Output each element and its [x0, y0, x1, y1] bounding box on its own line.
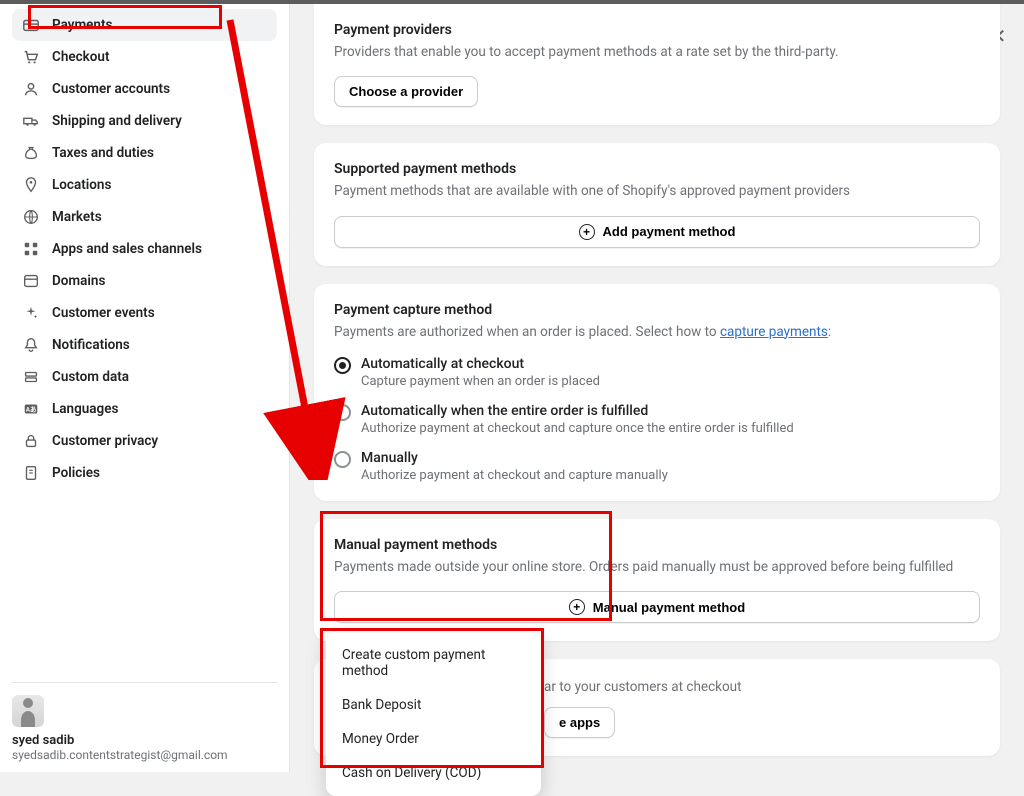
globe-icon: [22, 208, 40, 226]
svg-text:Aあ: Aあ: [26, 405, 37, 414]
choose-provider-button[interactable]: Choose a provider: [334, 76, 478, 107]
cart-icon: [22, 48, 40, 66]
card-title: Payment capture method: [334, 302, 980, 318]
user-email: syedsadib.contentstrategist@gmail.com: [12, 748, 277, 762]
card-capture-method: Payment capture method Payments are auth…: [314, 284, 1000, 501]
card-desc: Payment methods that are available with …: [334, 181, 980, 201]
sidebar-item-locations[interactable]: Locations: [12, 169, 277, 201]
sidebar-item-label: Apps and sales channels: [52, 241, 202, 257]
sidebar-item-custom-data[interactable]: Custom data: [12, 361, 277, 393]
card-payment-providers: Payment providers Providers that enable …: [314, 4, 1000, 125]
radio-auto-checkout[interactable]: Automatically at checkout Capture paymen…: [334, 356, 980, 389]
card-title: Manual payment methods: [334, 537, 980, 553]
sidebar-item-label: Customer privacy: [52, 433, 158, 449]
sidebar-item-taxes[interactable]: Taxes and duties: [12, 137, 277, 169]
settings-sidebar: Payments Checkout Customer accounts Ship…: [0, 4, 290, 772]
sidebar-item-privacy[interactable]: Customer privacy: [12, 425, 277, 457]
pin-icon: [22, 176, 40, 194]
sidebar-item-markets[interactable]: Markets: [12, 201, 277, 233]
sidebar-item-shipping[interactable]: Shipping and delivery: [12, 105, 277, 137]
card-desc-partial: ar to your customers at checkout: [544, 677, 980, 697]
sidebar-item-label: Customer events: [52, 305, 155, 321]
sidebar-item-label: Domains: [52, 273, 105, 289]
sidebar-item-label: Locations: [52, 177, 111, 193]
sidebar-item-policies[interactable]: Policies: [12, 457, 277, 489]
sparkle-icon: [22, 304, 40, 322]
avatar: [12, 695, 44, 727]
sidebar-item-label: Taxes and duties: [52, 145, 154, 161]
card-title: Supported payment methods: [334, 161, 980, 177]
card-title: Payment providers: [334, 22, 980, 38]
radio-manually[interactable]: Manually Authorize payment at checkout a…: [334, 450, 980, 483]
grid-icon: [22, 240, 40, 258]
dropdown-item-cod[interactable]: Cash on Delivery (COD): [332, 756, 535, 790]
card-supported-methods: Supported payment methods Payment method…: [314, 143, 1000, 265]
sidebar-item-label: Notifications: [52, 337, 130, 353]
radio-icon: [334, 404, 351, 421]
radio-icon: [334, 451, 351, 468]
lock-icon: [22, 432, 40, 450]
sidebar-item-label: Markets: [52, 209, 102, 225]
card-manual-methods: Manual payment methods Payments made out…: [314, 519, 1000, 641]
sidebar-item-payments[interactable]: Payments: [12, 9, 277, 41]
sidebar-item-label: Customer accounts: [52, 81, 170, 97]
browser-icon: [22, 272, 40, 290]
sidebar-item-label: Policies: [52, 465, 100, 481]
card-desc: Payments made outside your online store.…: [334, 557, 980, 577]
add-payment-method-button[interactable]: + Add payment method: [334, 216, 980, 248]
sidebar-item-label: Custom data: [52, 369, 129, 385]
radio-auto-fulfilled[interactable]: Automatically when the entire order is f…: [334, 403, 980, 436]
capture-payments-link[interactable]: capture payments: [720, 324, 828, 340]
truck-icon: [22, 112, 40, 130]
user-name: syed sadib: [12, 733, 277, 748]
customize-apps-button[interactable]: e apps: [544, 707, 615, 738]
money-bag-icon: [22, 144, 40, 162]
radio-icon: [334, 357, 351, 374]
sidebar-item-customer-accounts[interactable]: Customer accounts: [12, 73, 277, 105]
dropdown-item-bank-deposit[interactable]: Bank Deposit: [332, 688, 535, 722]
plus-circle-icon: +: [569, 599, 585, 615]
sidebar-item-label: Shipping and delivery: [52, 113, 182, 129]
dropdown-item-money-order[interactable]: Money Order: [332, 722, 535, 756]
person-icon: [22, 80, 40, 98]
manual-payment-dropdown: Create custom payment method Bank Deposi…: [326, 632, 541, 796]
plus-circle-icon: +: [579, 224, 595, 240]
sidebar-item-customer-events[interactable]: Customer events: [12, 297, 277, 329]
translate-icon: Aあ: [22, 400, 40, 418]
card-desc: Payments are authorized when an order is…: [334, 322, 980, 342]
sidebar-item-label: Checkout: [52, 49, 110, 65]
sidebar-item-domains[interactable]: Domains: [12, 265, 277, 297]
card-desc: Providers that enable you to accept paym…: [334, 42, 980, 62]
sidebar-item-label: Languages: [52, 401, 118, 417]
manual-payment-method-button[interactable]: + Manual payment method: [334, 591, 980, 623]
dropdown-item-create-custom[interactable]: Create custom payment method: [332, 638, 535, 688]
policy-icon: [22, 464, 40, 482]
sidebar-item-notifications[interactable]: Notifications: [12, 329, 277, 361]
layers-icon: [22, 368, 40, 386]
sidebar-item-checkout[interactable]: Checkout: [12, 41, 277, 73]
sidebar-user-block[interactable]: syed sadib syedsadib.contentstrategist@g…: [12, 682, 277, 762]
sidebar-item-apps[interactable]: Apps and sales channels: [12, 233, 277, 265]
bell-icon: [22, 336, 40, 354]
sidebar-item-label: Payments: [52, 17, 112, 33]
credit-card-icon: [22, 16, 40, 34]
sidebar-item-languages[interactable]: Aあ Languages: [12, 393, 277, 425]
